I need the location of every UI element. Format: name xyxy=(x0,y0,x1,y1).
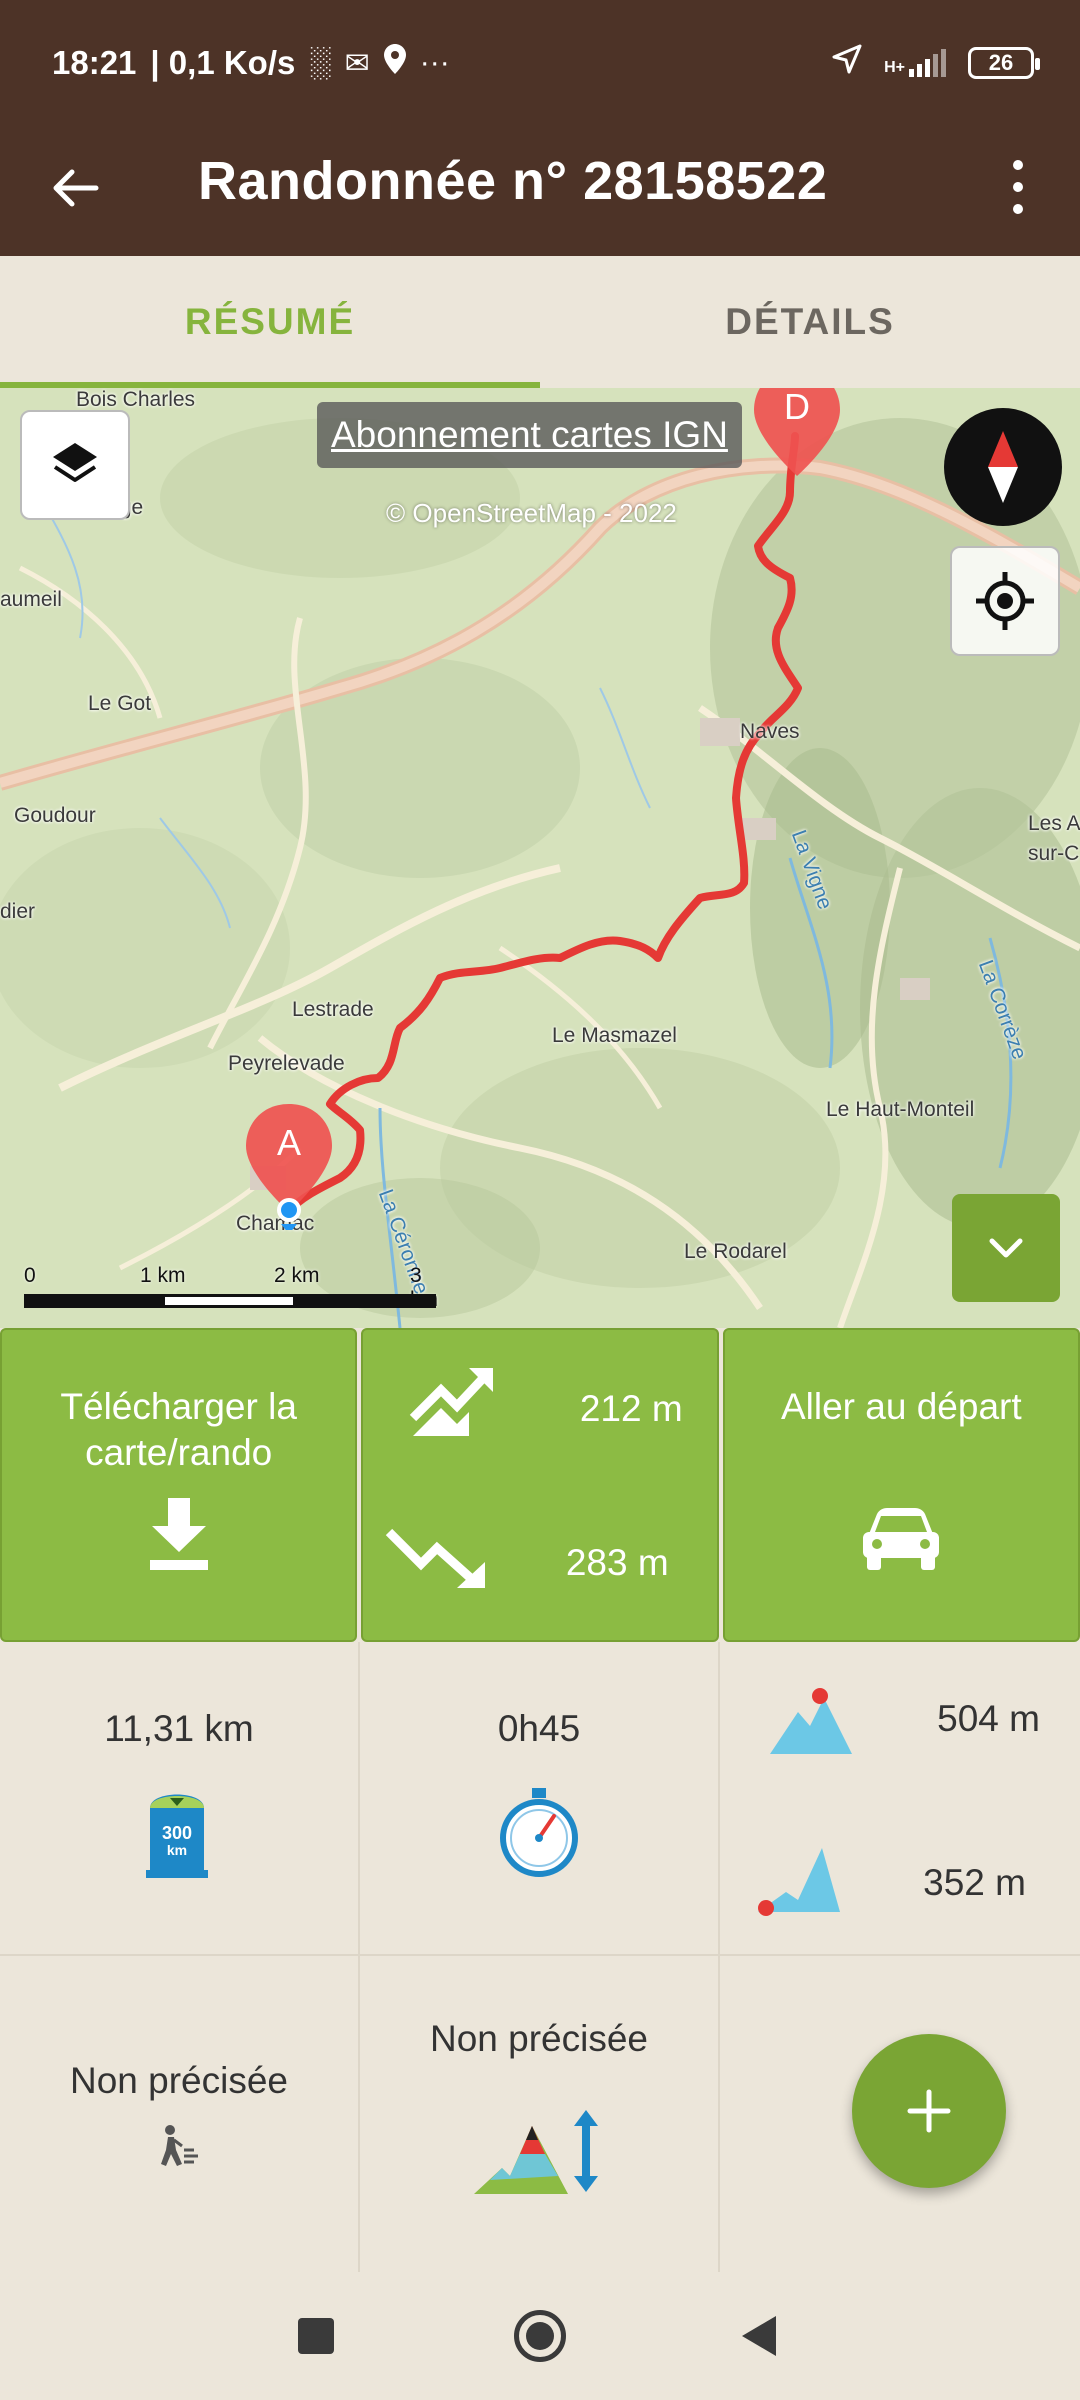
mail-icon: ✉ xyxy=(344,46,370,80)
recents-button[interactable] xyxy=(298,2318,334,2354)
locate-button[interactable] xyxy=(950,546,1060,656)
map-label: Bois Charles xyxy=(76,388,196,411)
map-label: Les A xyxy=(1028,812,1080,835)
network-type: H+ xyxy=(884,59,905,76)
ign-subscription-link[interactable]: Abonnement cartes IGN xyxy=(317,402,742,468)
go-to-start-button[interactable]: Aller au départ xyxy=(722,1328,1080,1642)
altitude-min-value: 352 m xyxy=(923,1862,1026,1903)
status-time: 18:21 xyxy=(52,44,137,81)
compass-button[interactable] xyxy=(944,408,1062,526)
scale-label: 2 km xyxy=(274,1264,320,1287)
system-back-button[interactable] xyxy=(742,2316,776,2356)
map-label: sur-C xyxy=(1028,842,1080,865)
status-right: H+ 26 xyxy=(832,44,1040,82)
map-label: dier xyxy=(0,900,36,923)
hiker-icon xyxy=(161,2125,198,2166)
scale-segment xyxy=(296,1294,436,1308)
map-label: aumeil xyxy=(0,588,62,611)
map-label: Le Rodarel xyxy=(684,1240,787,1263)
add-fab-button[interactable] xyxy=(852,2034,1006,2188)
navigation-icon xyxy=(832,44,862,82)
arrow-left-icon xyxy=(53,169,99,207)
more-vert-icon[interactable] xyxy=(998,152,1038,222)
more-notifications: ··· xyxy=(419,46,450,79)
svg-text:km: km xyxy=(167,1842,187,1858)
map-label: Le Haut-Monteil xyxy=(826,1098,975,1121)
expand-button[interactable] xyxy=(952,1194,1060,1302)
status-bar: 18:21 | 0,1 Ko/s ░ ✉ ··· H+ 26 xyxy=(0,0,1080,128)
action-tiles: Télécharger la carte/rando 212 m 283 m A… xyxy=(0,1328,1080,1642)
status-speed: | 0,1 Ko/s xyxy=(150,44,296,81)
layers-button[interactable] xyxy=(20,410,130,520)
trending-down-icon xyxy=(386,1528,486,1588)
map-scale: 0 1 km 2 km 3 km xyxy=(24,1264,444,1324)
map-label: Naves xyxy=(740,720,800,743)
duration-value: 0h45 xyxy=(497,1708,581,1749)
battery-icon: 26 xyxy=(968,47,1040,79)
download-icon xyxy=(149,1498,208,1570)
elevation-range-icon xyxy=(474,2110,598,2194)
location-pin-icon xyxy=(383,44,406,82)
elevation-gain-tile: 212 m 283 m xyxy=(361,1328,719,1642)
signal-icon xyxy=(909,49,946,77)
descent-value: 283 m xyxy=(565,1542,669,1583)
system-nav-bar xyxy=(0,2272,1080,2400)
stopwatch-icon xyxy=(500,1788,578,1877)
sim-icon: ░ xyxy=(309,46,331,79)
altitude-min-icon xyxy=(758,1848,840,1916)
map-view[interactable]: Bois Charles Lafarge aumeil Le Got Goudo… xyxy=(0,388,1080,1328)
end-marker-label: D xyxy=(784,388,810,427)
crosshair-icon xyxy=(976,572,1034,630)
map-label: Le Got xyxy=(88,692,152,715)
elevation-class-value: Non précisée xyxy=(429,2018,648,2059)
status-left: 18:21 | 0,1 Ko/s ░ ✉ ··· xyxy=(52,44,450,82)
tab-resume[interactable]: RÉSUMÉ xyxy=(0,256,540,388)
download-button[interactable]: Télécharger la carte/rando xyxy=(0,1328,358,1642)
map-pin-icon xyxy=(246,1104,332,1234)
scale-segment xyxy=(162,1294,296,1308)
altitude-max-icon xyxy=(770,1688,852,1754)
app-bar: Randonnée n° 28158522 xyxy=(0,128,1080,256)
scale-segment xyxy=(24,1294,162,1308)
duration-cell: 0h45 xyxy=(360,1642,720,1956)
altitude-max-value: 504 m xyxy=(937,1698,1040,1739)
difficulty-cell: Non précisée xyxy=(0,1956,360,2272)
map-label: Peyrelevade xyxy=(228,1052,345,1075)
map-label: Lestrade xyxy=(292,998,374,1021)
ascent-value: 212 m xyxy=(579,1388,683,1429)
plus-icon xyxy=(907,2089,951,2133)
car-icon xyxy=(863,1508,940,1570)
layers-icon xyxy=(53,443,97,482)
compass-icon xyxy=(988,431,1018,503)
map-label: Goudour xyxy=(14,804,96,827)
download-label: Télécharger la carte/rando xyxy=(60,1386,297,1473)
home-button[interactable] xyxy=(514,2310,566,2362)
trending-up-icon xyxy=(410,1368,494,1436)
map-background xyxy=(0,388,1080,1328)
page-title: Randonnée n° 28158522 xyxy=(198,151,828,211)
elevation-class-cell: Non précisée xyxy=(360,1956,720,2272)
svg-text:300: 300 xyxy=(162,1823,192,1843)
go-to-start-label: Aller au départ xyxy=(780,1386,1022,1427)
difficulty-value: Non précisée xyxy=(69,2060,288,2101)
tab-details[interactable]: DÉTAILS xyxy=(540,256,1080,388)
battery-level: 26 xyxy=(988,50,1014,75)
map-attribution: © OpenStreetMap - 2022 xyxy=(386,498,677,528)
tab-bar: RÉSUMÉ DÉTAILS xyxy=(0,256,1080,388)
scale-label: 0 xyxy=(24,1264,36,1287)
distance-value: 11,31 km xyxy=(104,1708,254,1749)
scale-label: 1 km xyxy=(140,1264,186,1287)
distance-marker-icon: 300 km xyxy=(146,1794,208,1878)
distance-cell: 11,31 km 300 km xyxy=(0,1642,360,1956)
end-marker[interactable]: D xyxy=(740,388,854,494)
chevron-down-icon xyxy=(989,1238,1023,1258)
start-marker-label: A xyxy=(276,1122,301,1163)
back-button[interactable] xyxy=(46,158,106,218)
altitude-cell: 504 m 352 m xyxy=(720,1642,1080,1956)
map-label: Le Masmazel xyxy=(552,1024,677,1047)
start-marker[interactable]: A xyxy=(232,1100,346,1234)
